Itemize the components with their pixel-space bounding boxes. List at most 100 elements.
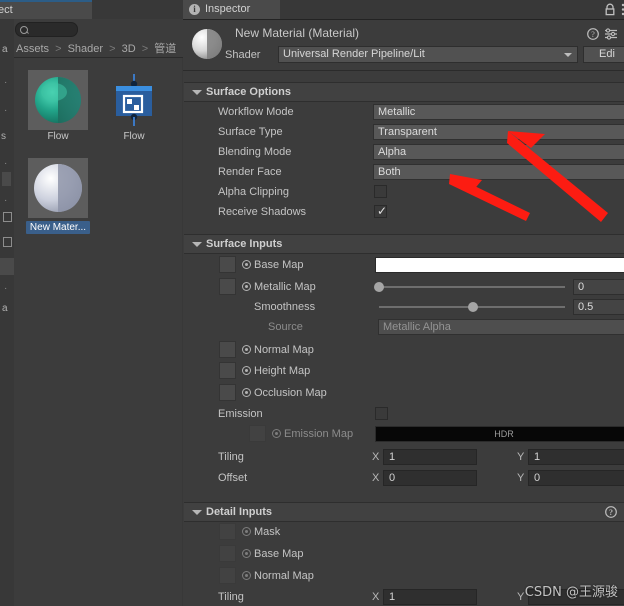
tab-menu-icon[interactable] bbox=[616, 2, 624, 17]
row-render-face: Render Face Both bbox=[183, 162, 624, 182]
base-map-texture-slot[interactable] bbox=[219, 256, 236, 273]
occlusion-map-radio-icon[interactable] bbox=[242, 388, 251, 397]
row-label: Normal Map bbox=[254, 566, 314, 586]
project-tab-strip: ect bbox=[14, 0, 183, 19]
breadcrumb-item-2[interactable]: 3D bbox=[122, 43, 136, 55]
metallic-slider-track[interactable] bbox=[379, 286, 565, 288]
tree-fragment: a bbox=[2, 44, 8, 55]
receive-shadows-checkbox[interactable]: ✓ bbox=[374, 205, 387, 218]
breadcrumb-item-1[interactable]: Shader bbox=[68, 43, 103, 55]
blending-mode-dropdown[interactable]: Alpha bbox=[373, 144, 624, 160]
search-icon bbox=[20, 26, 28, 34]
tree-fragment: s bbox=[1, 131, 6, 142]
row-alpha-clipping: Alpha Clipping bbox=[183, 182, 624, 202]
row-label: Mask bbox=[254, 522, 280, 542]
project-tree-sliver[interactable]: a a · · s · · · a bbox=[0, 0, 14, 606]
tree-fragment: · bbox=[4, 283, 7, 294]
edit-shader-button[interactable]: Edi bbox=[583, 46, 624, 63]
metallic-map-radio-icon[interactable] bbox=[242, 282, 251, 291]
offset-y-field[interactable]: 0 bbox=[528, 470, 624, 486]
detail-normal-map-texture-slot[interactable] bbox=[219, 567, 236, 584]
offset-x-field[interactable]: 0 bbox=[383, 470, 477, 486]
row-normal-map: Normal Map bbox=[183, 340, 624, 360]
render-face-dropdown[interactable]: Both bbox=[373, 164, 624, 180]
asset-grid[interactable]: Flow Flow bbox=[14, 58, 182, 606]
foldout-title: Surface Inputs bbox=[206, 235, 282, 253]
breadcrumb-sep: > bbox=[106, 43, 118, 55]
row-label: Tiling bbox=[218, 447, 244, 467]
row-label: Surface Type bbox=[218, 122, 283, 142]
shader-dropdown-value: Universal Render Pipeline/Lit bbox=[283, 48, 425, 60]
material-header: New Material (Material) ? Shader bbox=[183, 20, 624, 71]
axis-label-y: Y bbox=[517, 447, 524, 467]
asset-thumbnail bbox=[28, 158, 88, 218]
breadcrumb[interactable]: Assets > Shader > 3D > 管道 bbox=[14, 40, 183, 58]
settings-icon[interactable] bbox=[604, 28, 618, 40]
asset-item[interactable]: New Mater... bbox=[22, 158, 94, 237]
row-label: Offset bbox=[218, 468, 247, 488]
breadcrumb-item-0[interactable]: Assets bbox=[16, 43, 49, 55]
help-icon[interactable]: ? bbox=[605, 506, 617, 518]
unity-editor-window: a a · · s · · · a ect bbox=[0, 0, 624, 606]
row-detail-base-map: Base Map bbox=[183, 544, 624, 564]
source-dropdown: Metallic Alpha bbox=[378, 319, 624, 335]
foldout-surface-inputs[interactable]: Surface Inputs bbox=[184, 234, 624, 254]
row-source: Source Metallic Alpha bbox=[183, 317, 624, 337]
breadcrumb-item-3[interactable]: 管道 bbox=[154, 43, 176, 55]
base-map-radio-icon[interactable] bbox=[242, 260, 251, 269]
row-label: Normal Map bbox=[254, 340, 314, 360]
surface-type-dropdown[interactable]: Transparent bbox=[373, 124, 624, 140]
row-emission-map: Emission Map HDR bbox=[183, 424, 624, 444]
chevron-down-icon bbox=[192, 242, 202, 247]
tree-selected-row[interactable] bbox=[0, 258, 14, 275]
metallic-slider-knob[interactable] bbox=[374, 282, 384, 292]
row-receive-shadows: Receive Shadows ✓ bbox=[183, 202, 624, 222]
alpha-clipping-checkbox[interactable] bbox=[374, 185, 387, 198]
row-label: Base Map bbox=[254, 544, 304, 564]
asset-item[interactable]: Flow bbox=[22, 70, 94, 142]
foldout-detail-inputs[interactable]: Detail Inputs ? bbox=[184, 502, 624, 522]
tiling-y-field[interactable]: 1 bbox=[528, 449, 624, 465]
row-label: Blending Mode bbox=[218, 142, 291, 162]
normal-map-radio-icon[interactable] bbox=[242, 345, 251, 354]
metallic-value-field[interactable]: 0 bbox=[573, 279, 624, 295]
foldout-surface-options[interactable]: Surface Options bbox=[184, 82, 624, 102]
tab-project[interactable]: ect bbox=[0, 0, 92, 19]
metallic-map-texture-slot[interactable] bbox=[219, 278, 236, 295]
normal-map-texture-slot[interactable] bbox=[219, 341, 236, 358]
detail-mask-radio-icon[interactable] bbox=[242, 527, 251, 536]
occlusion-map-texture-slot[interactable] bbox=[219, 384, 236, 401]
detail-mask-texture-slot[interactable] bbox=[219, 523, 236, 540]
workflow-mode-dropdown[interactable]: Metallic bbox=[373, 104, 624, 120]
shader-dropdown[interactable]: Universal Render Pipeline/Lit bbox=[278, 46, 578, 63]
inspector-tab-strip: i Inspector bbox=[183, 0, 624, 19]
row-height-map: Height Map bbox=[183, 361, 624, 381]
asset-label: Flow bbox=[123, 131, 144, 142]
help-icon[interactable]: ? bbox=[587, 28, 599, 40]
tiling-x-field[interactable]: 1 bbox=[383, 449, 477, 465]
row-smoothness: Smoothness 0.5 bbox=[183, 297, 624, 317]
detail-tiling-x-field[interactable]: 1 bbox=[383, 589, 477, 605]
row-label: Metallic Map bbox=[254, 277, 316, 297]
detail-base-map-radio-icon[interactable] bbox=[242, 549, 251, 558]
emission-checkbox[interactable] bbox=[375, 407, 388, 420]
smoothness-slider-knob[interactable] bbox=[468, 302, 478, 312]
lock-icon[interactable] bbox=[604, 3, 616, 16]
chevron-down-icon bbox=[192, 90, 202, 95]
emission-map-texture-slot bbox=[249, 425, 266, 442]
row-label: Emission bbox=[218, 404, 263, 424]
height-map-radio-icon[interactable] bbox=[242, 366, 251, 375]
axis-label-x: X bbox=[372, 468, 379, 488]
smoothness-value-field[interactable]: 0.5 bbox=[573, 299, 624, 315]
row-detail-mask: Mask bbox=[183, 522, 624, 542]
detail-normal-map-radio-icon[interactable] bbox=[242, 571, 251, 580]
row-label: Height Map bbox=[254, 361, 310, 381]
row-label: Smoothness bbox=[254, 297, 315, 317]
base-map-color-field[interactable] bbox=[375, 257, 624, 273]
asset-item[interactable]: Flow bbox=[98, 70, 170, 142]
tab-inspector[interactable]: i Inspector bbox=[183, 0, 280, 19]
height-map-texture-slot[interactable] bbox=[219, 362, 236, 379]
detail-base-map-texture-slot[interactable] bbox=[219, 545, 236, 562]
row-base-map: Base Map bbox=[183, 255, 624, 275]
search-input[interactable] bbox=[15, 22, 78, 37]
